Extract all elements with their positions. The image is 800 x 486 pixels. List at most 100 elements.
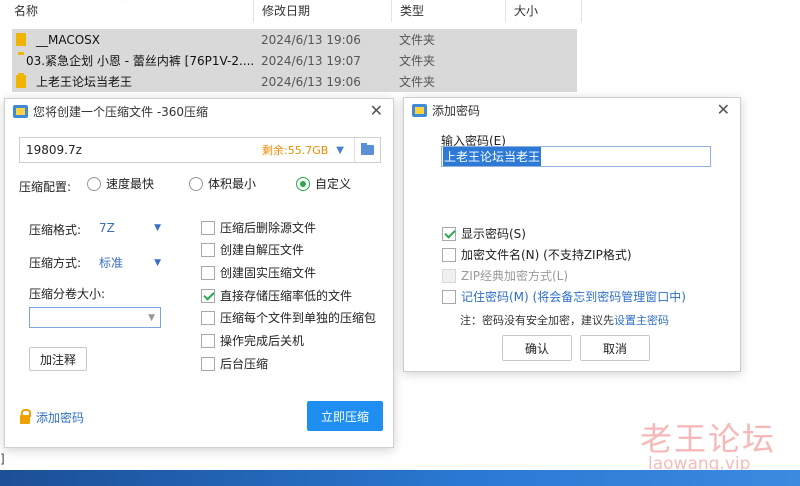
column-label: 名称 [14, 4, 39, 18]
add-password-dialog: 添加密码 ✕ 输入密码(E) 上老王论坛当老王 显示密码(S) 加密文件名(N)… [403, 97, 741, 372]
file-row[interactable]: __MACOSX 2024/6/13 19:06 文件夹 [12, 29, 577, 50]
checkbox-box[interactable] [201, 288, 215, 303]
option-label: 后台压缩 [220, 357, 269, 371]
file-name: 03.紧急企划 小恩 - 蕾丝内裤 [76P1V-2.... [26, 54, 254, 68]
checkbox-box[interactable] [201, 265, 215, 280]
option-background[interactable]: 后台压缩 [201, 355, 268, 372]
note-text: 注：密码没有安全加密，建议先 [460, 314, 614, 327]
split-size-combo[interactable]: ▼ [29, 307, 161, 328]
checkbox-box[interactable] [201, 242, 215, 257]
folder-icon [16, 32, 26, 46]
compress-dialog: 您将创建一个压缩文件 -360压缩 ✕ 19809.7z 剩余:55.7GB ▼… [4, 98, 394, 448]
option-label[interactable]: 记住密码(M) (将会备忘到密码管理窗口中) [461, 288, 686, 305]
edge-fragment: ] [0, 452, 5, 466]
format-value: 7Z [99, 221, 115, 235]
password-value: 上老王论坛当老王 [443, 147, 542, 166]
checkbox-box[interactable] [201, 356, 215, 371]
column-header: ⌃ 名称 修改日期 类型 大小 [0, 0, 582, 22]
output-path-field[interactable]: 19809.7z 剩余:55.7GB ▼ [19, 137, 381, 163]
output-file-name[interactable]: 19809.7z [20, 143, 262, 157]
checkbox-box[interactable] [201, 333, 215, 348]
column-label: 大小 [514, 4, 539, 18]
column-type[interactable]: 类型 [392, 0, 506, 22]
mode-smallest-radio[interactable]: 体积最小 [189, 175, 256, 192]
compress-now-button[interactable]: 立即压缩 [307, 401, 383, 431]
remaining-space: 剩余:55.7GB [262, 144, 329, 157]
sort-chevron-icon: ⌃ [120, 0, 129, 8]
file-explorer: ⌃ 名称 修改日期 类型 大小 __MACOSX 2024/6/13 19:06 … [0, 0, 800, 100]
compress-dialog-titlebar: 您将创建一个压缩文件 -360压缩 ✕ [5, 99, 393, 123]
360zip-app-icon [13, 104, 28, 118]
file-row[interactable]: 03.紧急企划 小恩 - 蕾丝内裤 [76P1V-2.... 2024/6/13… [12, 50, 577, 71]
checkbox-box[interactable] [442, 289, 456, 304]
set-master-password-link[interactable]: 设置主密码 [614, 314, 669, 327]
remember-password-checkbox[interactable]: 记住密码(M) (将会备忘到密码管理窗口中) [442, 288, 686, 305]
dialog-title: 添加密码 [432, 103, 481, 118]
ok-button[interactable]: 确认 [502, 335, 572, 361]
option-label: 压缩每个文件到单独的压缩包 [220, 311, 377, 325]
option-store-low-ratio[interactable]: 直接存储压缩率低的文件 [201, 287, 352, 304]
show-password-checkbox[interactable]: 显示密码(S) [442, 225, 526, 242]
option-label: 加密文件名(N) (不支持ZIP格式) [461, 248, 632, 262]
360zip-app-icon [412, 103, 427, 117]
radio-label: 速度最快 [106, 177, 155, 191]
option-shutdown[interactable]: 操作完成后关机 [201, 332, 304, 349]
format-label: 压缩格式: [29, 223, 82, 237]
file-type: 文件夹 [399, 54, 436, 68]
checkbox-box[interactable] [442, 247, 456, 262]
file-name: 上老王论坛当老王 [36, 75, 133, 89]
option-create-sfx[interactable]: 创建自解压文件 [201, 241, 304, 258]
zip-classic-encryption-checkbox: ZIP经典加密方式(L) [442, 267, 568, 284]
checkbox-box[interactable] [201, 220, 215, 235]
option-label: 创建固实压缩文件 [220, 266, 317, 280]
column-size[interactable]: 大小 [506, 0, 582, 22]
mode-custom-radio[interactable]: 自定义 [296, 175, 351, 192]
encrypt-filenames-checkbox[interactable]: 加密文件名(N) (不支持ZIP格式) [442, 246, 632, 263]
add-password-link[interactable]: 添加密码 [20, 409, 84, 426]
chevron-down-icon: ▼ [154, 223, 161, 233]
folder-icon [361, 143, 374, 155]
split-size-label: 压缩分卷大小: [29, 287, 106, 301]
method-label: 压缩方式: [29, 256, 82, 270]
format-select[interactable]: 7Z ▼ [99, 221, 161, 235]
option-label: 操作完成后关机 [220, 334, 305, 348]
checkbox-box[interactable] [201, 310, 215, 325]
option-label: 创建自解压文件 [220, 243, 305, 257]
chevron-down-icon: ▼ [154, 257, 161, 268]
radio-circle [87, 176, 101, 191]
add-comment-button[interactable]: 加注释 [29, 347, 87, 371]
password-input[interactable]: 上老王论坛当老王 [441, 146, 711, 167]
file-date: 2024/6/13 19:07 [261, 53, 361, 68]
option-label: 直接存储压缩率低的文件 [220, 289, 353, 303]
option-delete-source[interactable]: 压缩后删除源文件 [201, 219, 316, 236]
file-type: 文件夹 [399, 33, 436, 47]
browse-folder-button[interactable] [354, 138, 380, 162]
add-password-label: 添加密码 [36, 411, 85, 425]
chevron-down-icon: ▼ [148, 312, 155, 323]
path-dropdown-icon[interactable]: ▼ [336, 145, 344, 156]
option-separate-archives[interactable]: 压缩每个文件到单独的压缩包 [201, 309, 376, 326]
radio-circle [296, 176, 310, 191]
file-type: 文件夹 [399, 75, 436, 89]
method-value: 标准 [99, 256, 124, 270]
cancel-button[interactable]: 取消 [580, 335, 650, 361]
option-create-solid[interactable]: 创建固实压缩文件 [201, 264, 316, 281]
radio-label: 自定义 [315, 177, 352, 191]
file-row[interactable]: 上老王论坛当老王 2024/6/13 19:06 文件夹 [12, 71, 577, 92]
radio-circle [189, 176, 203, 191]
radio-label: 体积最小 [208, 177, 257, 191]
checkbox-box[interactable] [442, 226, 456, 241]
dialog-title: 您将创建一个压缩文件 -360压缩 [33, 104, 209, 119]
column-date[interactable]: 修改日期 [254, 0, 392, 22]
column-name[interactable]: ⌃ 名称 [0, 0, 254, 22]
option-label: 显示密码(S) [461, 227, 526, 241]
password-dialog-titlebar: 添加密码 ✕ [404, 98, 740, 122]
column-label: 类型 [400, 4, 425, 18]
method-select[interactable]: 标准 ▼ [99, 254, 161, 271]
close-icon[interactable]: ✕ [370, 101, 383, 121]
file-name: __MACOSX [36, 32, 101, 47]
lock-icon [20, 409, 31, 424]
close-icon[interactable]: ✕ [717, 100, 730, 120]
mode-fastest-radio[interactable]: 速度最快 [87, 175, 154, 192]
file-date: 2024/6/13 19:06 [261, 32, 361, 47]
